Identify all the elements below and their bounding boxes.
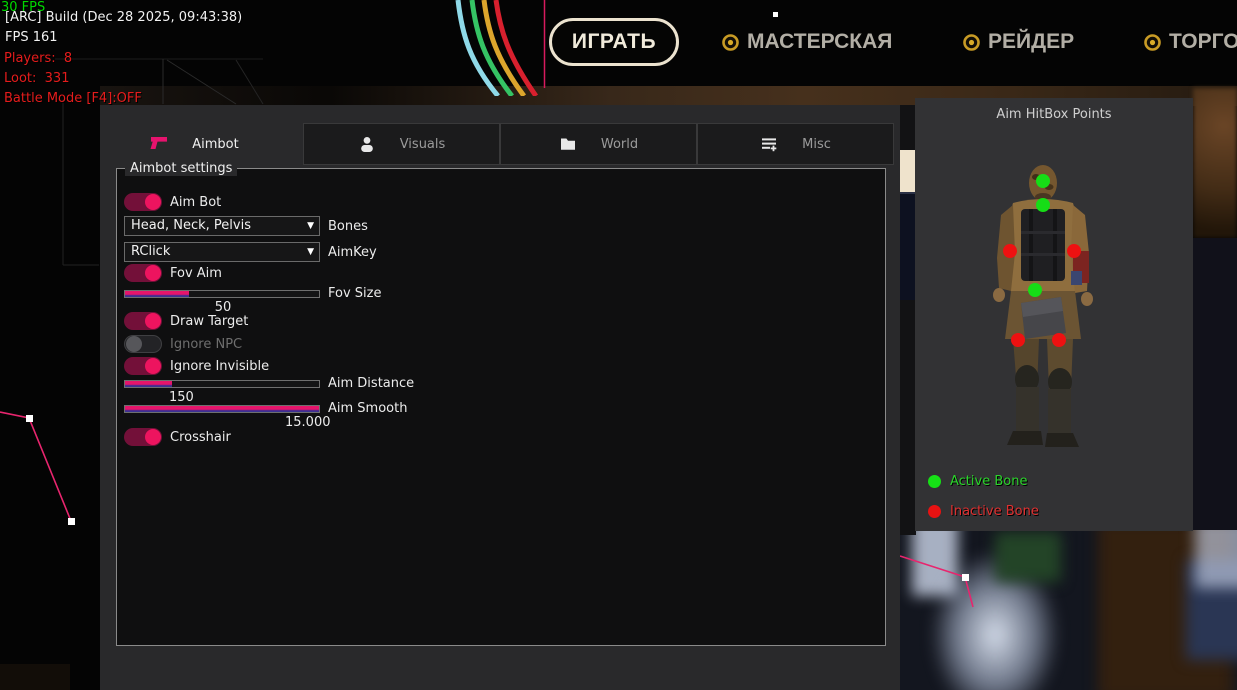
game-top-menu: ИГРАТЬ МАСТЕРСКАЯ РЕЙДЕР ТОРГО [0,0,1237,690]
menu-item-raider[interactable]: РЕЙДЕР [963,29,1074,55]
screen: 30 FPS [ARC] Build (Dec 28 2025, 09:43:3… [0,0,1237,690]
coin-icon [1144,34,1161,51]
play-button[interactable]: ИГРАТЬ [549,18,679,66]
coin-icon [722,34,739,51]
menu-item-label: МАСТЕРСКАЯ [747,30,892,54]
coin-icon [963,34,980,51]
menu-item-label: ТОРГО [1169,30,1237,54]
menu-item-trader[interactable]: ТОРГО [1144,29,1237,55]
menu-item-workshop[interactable]: МАСТЕРСКАЯ [722,29,892,55]
menu-item-label: РЕЙДЕР [988,30,1074,54]
